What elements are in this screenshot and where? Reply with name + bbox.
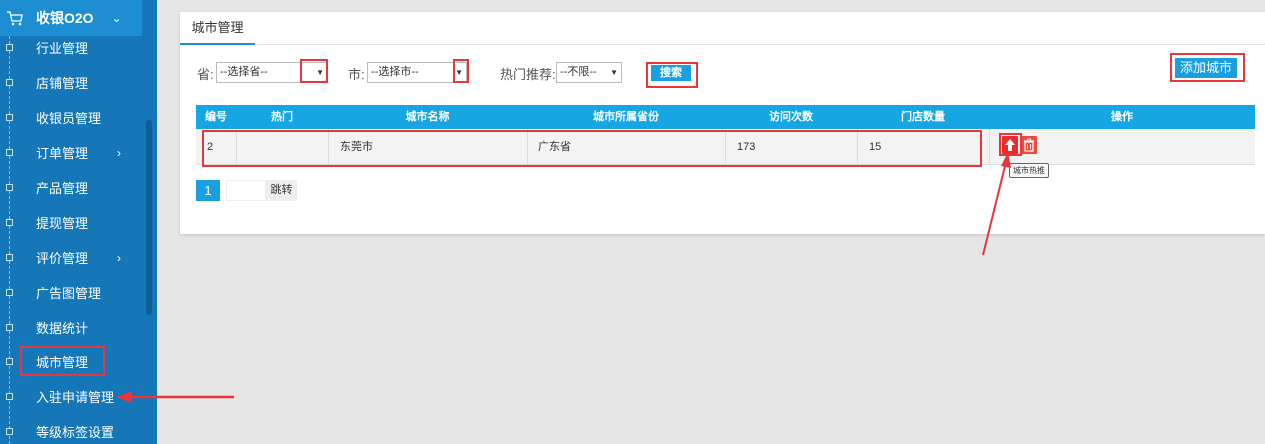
tab-bar: 城市管理	[180, 12, 1265, 45]
tooltip: 城市热推	[1009, 163, 1049, 178]
sidebar-item-label: 评价管理	[36, 251, 89, 266]
column-header-actions: 操作	[1111, 111, 1133, 123]
sidebar-item-cashiers[interactable]: 收银员管理	[0, 100, 142, 135]
column-header-hot: 热门	[271, 111, 293, 123]
sidebar-header-title: 收银O2O	[36, 10, 94, 26]
chevron-right-icon: ›	[117, 250, 121, 265]
tab-city-management[interactable]: 城市管理	[180, 12, 255, 45]
sidebar-item-label: 产品管理	[36, 181, 89, 196]
table-header: 编号 热门 城市名称 城市所属省份 访问次数 门店数量 操作	[196, 105, 1255, 129]
tree-node-icon	[6, 44, 13, 51]
tree-node-icon	[6, 289, 13, 296]
province-label: 省:	[197, 67, 214, 82]
sidebar-item-statistics[interactable]: 数据统计	[0, 310, 142, 345]
tree-node-icon	[6, 254, 13, 261]
sidebar-scrollbar[interactable]	[146, 120, 152, 315]
tree-node-icon	[6, 79, 13, 86]
column-divider	[989, 129, 990, 165]
pager-page-1[interactable]: 1	[196, 180, 220, 201]
tree-node-icon	[6, 324, 13, 331]
pager-jump-input[interactable]	[226, 180, 266, 201]
tree-node-icon	[6, 149, 13, 156]
tree-node-icon	[6, 219, 13, 226]
sidebar-item-label: 收银员管理	[36, 111, 102, 126]
column-header-city-name: 城市名称	[405, 111, 450, 123]
highlight-box	[202, 130, 982, 167]
sidebar-item-label: 店铺管理	[36, 76, 89, 91]
sidebar-item-shops[interactable]: 店铺管理	[0, 65, 142, 100]
sidebar-item-label: 入驻申请管理	[36, 390, 115, 405]
highlight-box	[20, 346, 105, 376]
delete-button[interactable]	[1021, 136, 1037, 154]
province-select-value: --选择省--	[220, 66, 268, 78]
sidebar-item-label: 广告图管理	[36, 286, 102, 301]
sidebar-item-reviews[interactable]: 评价管理 ›	[0, 240, 142, 275]
sidebar-item-label: 行业管理	[36, 41, 89, 56]
sidebar-item-label: 订单管理	[36, 146, 89, 161]
city-select[interactable]: --选择市-- ▼	[367, 62, 467, 83]
column-header-id: 编号	[205, 111, 227, 123]
highlight-box	[646, 62, 698, 88]
sidebar-item-industry[interactable]: 行业管理	[0, 30, 142, 65]
sidebar-item-banners[interactable]: 广告图管理	[0, 275, 142, 310]
main-panel: 城市管理 省: --选择省-- ▼ 市: --选择市-- ▼ 热门推荐: --不…	[180, 12, 1265, 234]
sidebar-item-label: 提现管理	[36, 216, 89, 231]
city-label: 市:	[348, 67, 365, 82]
sidebar: 收银O2O ⌄ 行业管理 店铺管理 收银员管理 订单管理 › 产品管理 提现管理…	[0, 0, 157, 444]
highlight-box	[453, 59, 469, 83]
sidebar-item-orders[interactable]: 订单管理 ›	[0, 135, 142, 170]
chevron-down-icon: ⌄	[111, 11, 122, 25]
chevron-right-icon: ›	[117, 145, 121, 160]
highlight-box	[999, 133, 1022, 156]
highlight-box	[1170, 53, 1245, 82]
sidebar-item-level-tags[interactable]: 等级标签设置	[0, 414, 142, 444]
city-select-value: --选择市--	[371, 66, 419, 78]
cart-icon	[7, 11, 23, 26]
sidebar-item-withdraw[interactable]: 提现管理	[0, 205, 142, 240]
sidebar-item-applications[interactable]: 入驻申请管理	[0, 379, 142, 414]
column-header-province: 城市所属省份	[593, 111, 659, 123]
sidebar-item-label: 数据统计	[36, 321, 89, 336]
trash-icon	[1024, 138, 1034, 152]
hot-recommend-select-value: --不限--	[560, 66, 597, 78]
tree-node-icon	[6, 428, 13, 435]
highlight-box	[300, 59, 328, 83]
tree-node-icon	[6, 114, 13, 121]
sidebar-item-products[interactable]: 产品管理	[0, 170, 142, 205]
hot-recommend-label: 热门推荐:	[500, 67, 556, 82]
tree-node-icon	[6, 184, 13, 191]
column-header-visits: 访问次数	[769, 111, 813, 123]
sidebar-item-label: 等级标签设置	[36, 425, 115, 440]
tree-node-icon	[6, 393, 13, 400]
hot-recommend-select[interactable]: --不限-- ▼	[556, 62, 622, 83]
pager-jump-button[interactable]: 跳转	[266, 180, 297, 201]
tree-node-icon	[6, 358, 13, 365]
column-header-stores: 门店数量	[901, 111, 945, 123]
caret-down-icon: ▼	[610, 68, 618, 77]
